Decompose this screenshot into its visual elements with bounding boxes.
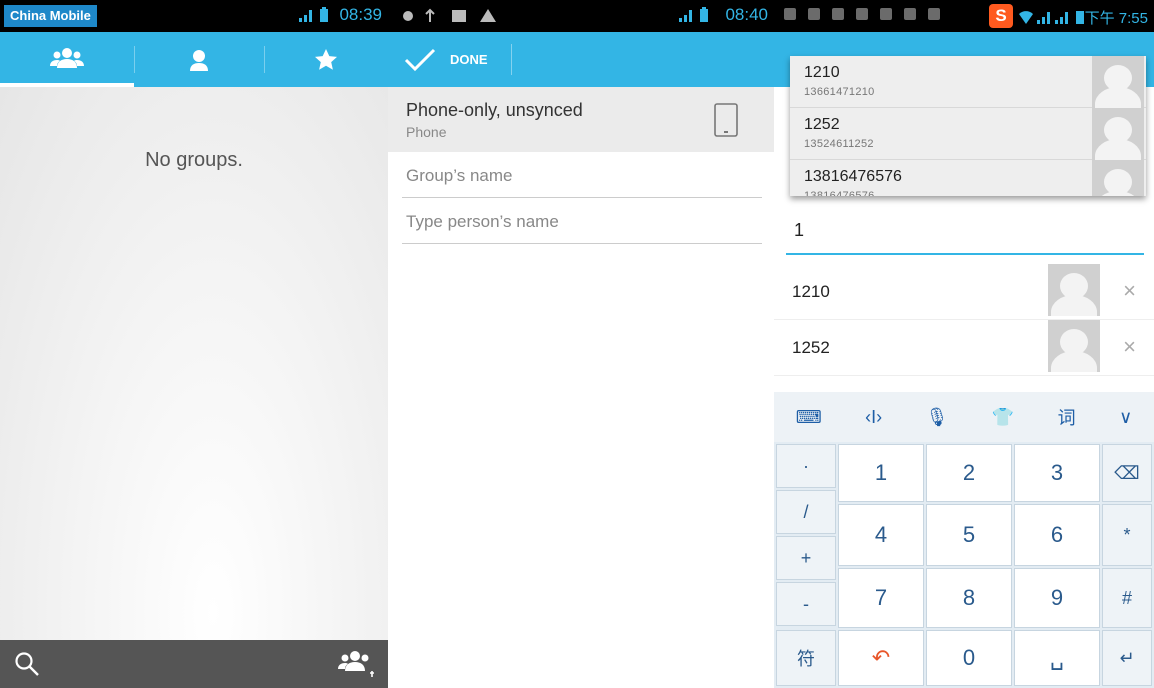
key-hash[interactable]: # (1102, 568, 1152, 628)
person-name-input[interactable]: 1 (786, 213, 1144, 255)
action-divider (511, 44, 512, 75)
status-bar: 08:40 (388, 0, 774, 32)
carrier-label: China Mobile (4, 5, 97, 27)
tab-favorites[interactable] (264, 32, 388, 87)
avatar (1048, 264, 1100, 316)
checkmark-icon (404, 48, 436, 71)
groups-screen: China Mobile 08:39 No groups. (0, 0, 388, 688)
key-5[interactable]: 5 (926, 504, 1012, 566)
key-3[interactable]: 3 (1014, 444, 1100, 502)
key-slash[interactable]: / (776, 490, 836, 534)
tab-bar (0, 32, 388, 87)
keyboard-toolbar: ⌨ ‹I› 🎙 👕 词 ∨ (774, 392, 1154, 442)
signal-icon (1037, 12, 1050, 24)
member-name: 1252 (792, 338, 830, 357)
avatar (1092, 108, 1144, 160)
done-label: DONE (450, 52, 488, 67)
key-6[interactable]: 6 (1014, 504, 1100, 566)
tab-groups[interactable] (0, 32, 134, 87)
key-9[interactable]: 9 (1014, 568, 1100, 628)
signal-icon (299, 10, 312, 22)
remove-icon[interactable]: × (1123, 334, 1136, 360)
clock: 下午 7:55 (1084, 10, 1148, 27)
key-backspace[interactable]: ⌫ (1102, 444, 1152, 502)
suggestion-item[interactable]: 1252 13524611252 (790, 108, 1146, 160)
dictionary-icon[interactable]: 词 (1058, 404, 1076, 430)
group-name-input[interactable] (406, 166, 730, 186)
status-bar: S 下午 7:55 (774, 0, 1154, 32)
cursor-icon[interactable]: ‹I› (865, 407, 882, 428)
empty-state-text: No groups. (145, 149, 243, 171)
done-button[interactable]: DONE (404, 32, 488, 87)
input-method-icon: S (989, 4, 1013, 28)
key-4[interactable]: 4 (838, 504, 924, 566)
status-bar: China Mobile 08:39 (0, 0, 388, 32)
keyboard: ⌨ ‹I› 🎙 👕 词 ∨ · / + - 符 1 2 3 4 5 6 7 8 … (774, 392, 1154, 688)
add-members-screen: S 下午 7:55 1210 13661471210 1252 13524611… (774, 0, 1154, 688)
key-space[interactable]: ␣ (1014, 630, 1100, 686)
new-group-screen: 08:40 DONE Phone-only, unsynced Phone (388, 0, 774, 688)
suggestion-item[interactable]: 13816476576 13816476576 (790, 160, 1146, 196)
person-name-input[interactable] (406, 212, 730, 232)
key-undo[interactable]: ↶ (838, 630, 924, 686)
member-row: 1210 × (774, 264, 1154, 320)
suggestion-dropdown: 1210 13661471210 1252 13524611252 138164… (790, 56, 1146, 196)
key-7[interactable]: 7 (838, 568, 924, 628)
member-name: 1210 (792, 282, 830, 301)
key-enter[interactable]: ↵ (1102, 630, 1152, 686)
bottom-action-bar (0, 640, 388, 688)
avatar (1092, 160, 1144, 196)
add-group-icon[interactable] (338, 649, 374, 679)
key-2[interactable]: 2 (926, 444, 1012, 502)
notification-icons (403, 8, 496, 22)
group-icon (50, 47, 84, 68)
person-name-field[interactable] (402, 198, 762, 244)
member-row: 1252 × (774, 320, 1154, 376)
key-dot[interactable]: · (776, 444, 836, 488)
star-icon (315, 48, 337, 70)
remove-icon[interactable]: × (1123, 278, 1136, 304)
key-1[interactable]: 1 (838, 444, 924, 502)
phone-device-icon (714, 103, 738, 137)
keyboard-switch-icon[interactable]: ⌨ (796, 407, 822, 428)
key-symbols[interactable]: 符 (776, 630, 836, 686)
key-8[interactable]: 8 (926, 568, 1012, 628)
tab-contacts[interactable] (134, 32, 264, 87)
suggestion-item[interactable]: 1210 13661471210 (790, 56, 1146, 108)
clock: 08:40 (725, 5, 768, 24)
key-0[interactable]: 0 (926, 630, 1012, 686)
avatar (1092, 56, 1144, 108)
signal-icon (679, 10, 692, 22)
signal-icon (1055, 12, 1068, 24)
collapse-icon[interactable]: ∨ (1119, 407, 1132, 428)
wifi-icon (1019, 11, 1033, 24)
microphone-icon[interactable]: 🎙 (926, 407, 949, 428)
battery-icon (320, 7, 328, 22)
key-asterisk[interactable]: * (1102, 504, 1152, 566)
avatar (1048, 320, 1100, 372)
groups-list: No groups. (0, 87, 388, 640)
key-plus[interactable]: + (776, 536, 836, 580)
person-icon (190, 49, 208, 71)
battery-icon (700, 7, 708, 22)
key-minus[interactable]: - (776, 582, 836, 626)
notification-icons (784, 8, 940, 20)
skin-icon[interactable]: 👕 (992, 407, 1014, 428)
group-name-field[interactable] (402, 152, 762, 198)
account-header: Phone-only, unsynced Phone (388, 87, 774, 152)
search-icon[interactable] (14, 651, 40, 677)
clock: 08:39 (339, 5, 382, 24)
action-bar: DONE (388, 32, 774, 87)
